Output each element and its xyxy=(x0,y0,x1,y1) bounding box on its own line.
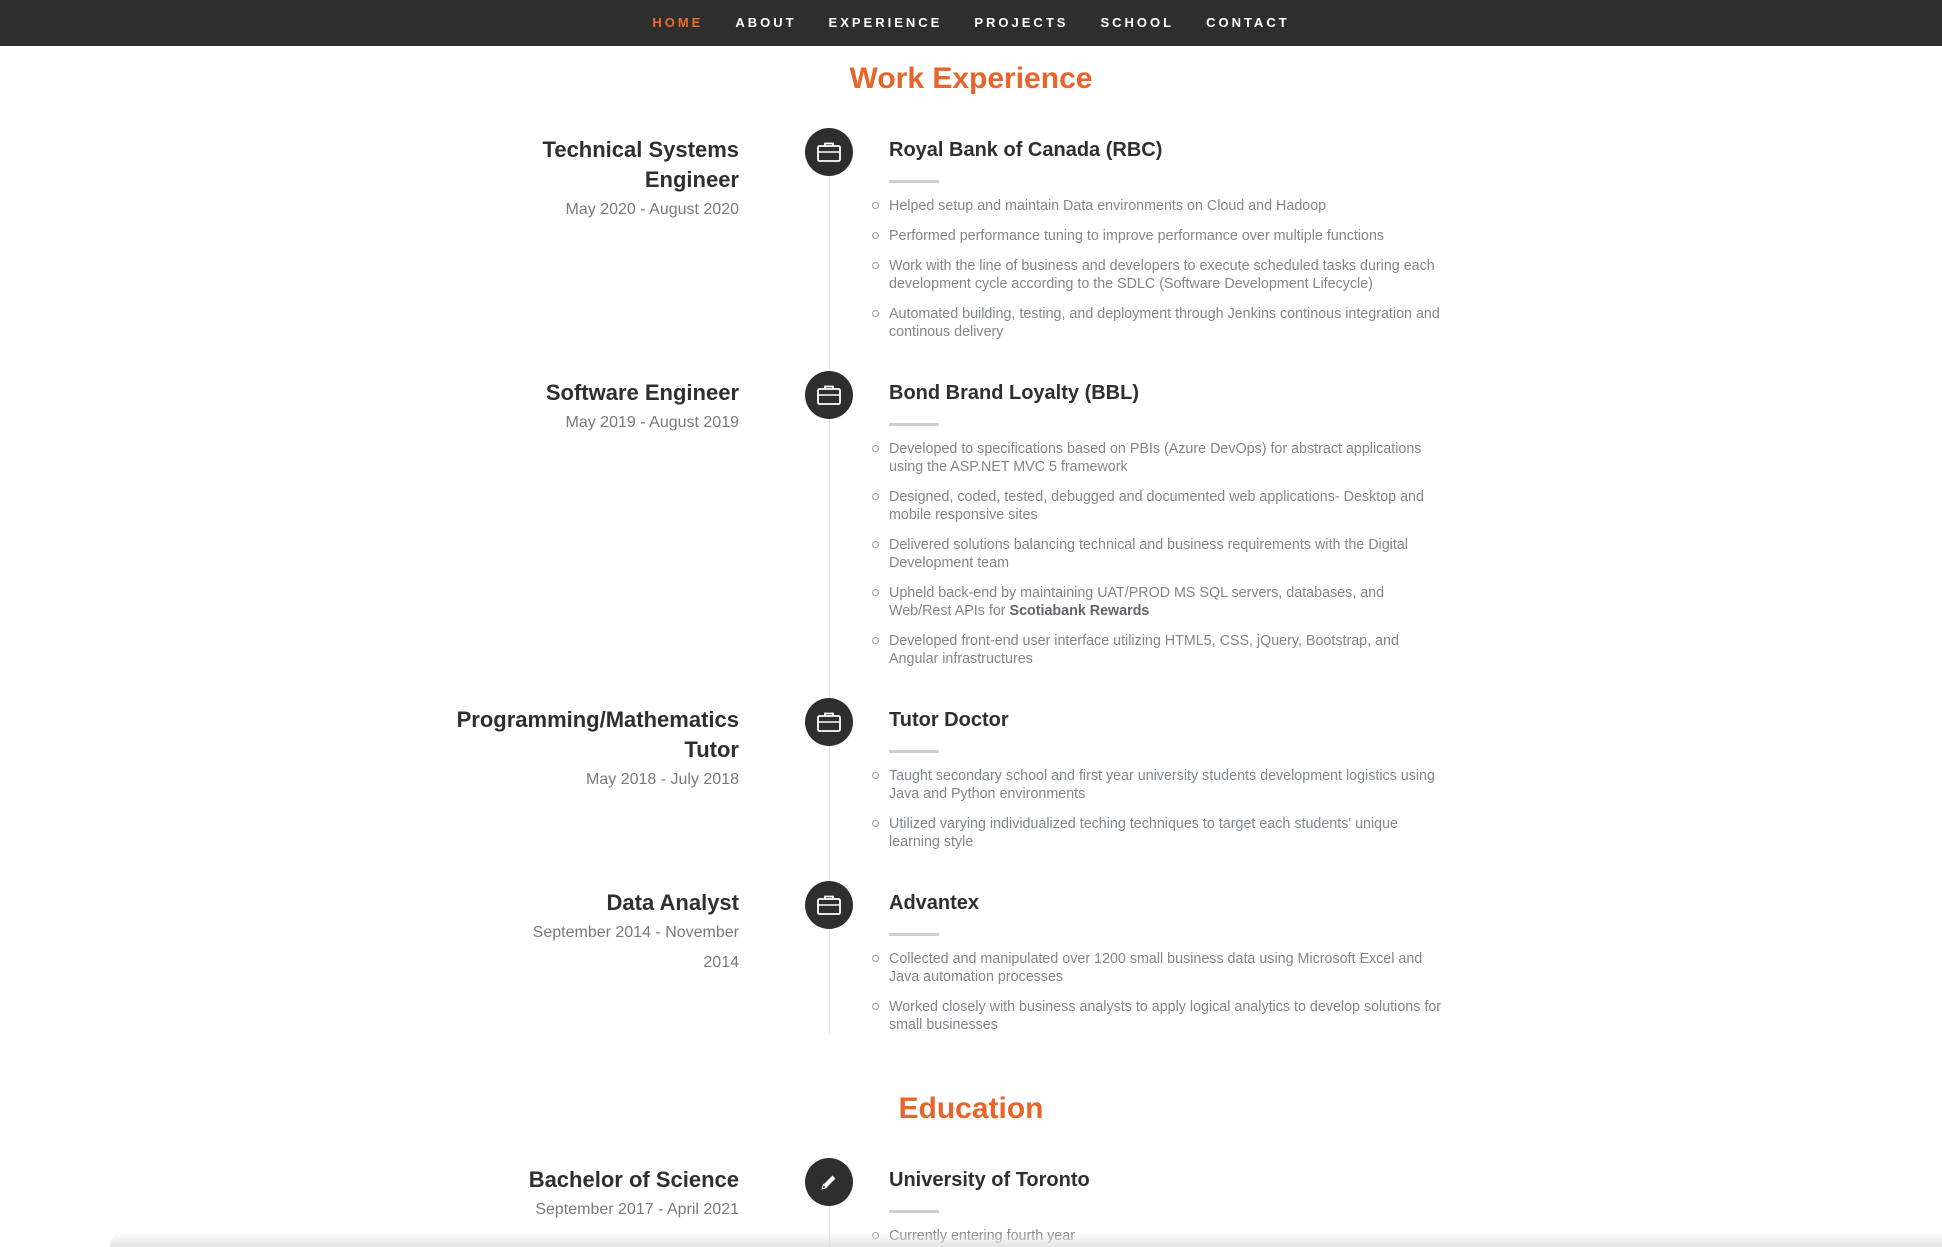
divider xyxy=(889,1210,939,1213)
company-name: Tutor Doctor xyxy=(889,709,1009,731)
scotiabank-rewards-label: Scotiabank Rewards xyxy=(1009,603,1150,619)
list-item: Work with the line of business and devel… xyxy=(872,257,1449,293)
list-item: Upheld back-end by maintaining UAT/PROD … xyxy=(872,584,1449,620)
list-item: Delivered solutions balancing technical … xyxy=(872,536,1449,572)
school-name: University of Toronto xyxy=(889,1169,1090,1191)
list-item: Automated building, testing, and deploym… xyxy=(872,305,1449,341)
duties-list: Collected and manipulated over 1200 smal… xyxy=(872,950,1449,1034)
list-item: Worked closely with business analysts to… xyxy=(872,998,1449,1034)
work-entry-meta: Data Analyst September 2014 - November 2… xyxy=(533,888,739,978)
nav-about-link[interactable]: ABOUT xyxy=(735,15,796,30)
nav-menu: HOME ABOUT EXPERIENCE PROJECTS SCHOOL CO… xyxy=(636,14,1305,32)
pencil-icon xyxy=(805,1158,853,1206)
duties-list: Developed to specifications based on PBI… xyxy=(872,440,1449,668)
top-nav: HOME ABOUT EXPERIENCE PROJECTS SCHOOL CO… xyxy=(0,0,1942,46)
work-entry-meta: Software Engineer May 2019 - August 2019 xyxy=(546,378,739,438)
divider xyxy=(889,933,939,936)
company-name: Advantex xyxy=(889,892,980,914)
bottom-overlay xyxy=(110,1232,1942,1247)
role-title: Software Engineer xyxy=(545,380,739,405)
list-item: Helped setup and maintain Data environme… xyxy=(872,197,1449,215)
company-name: Bond Brand Loyalty (BBL) xyxy=(889,382,1139,404)
list-item: Utilized varying individualized teching … xyxy=(872,815,1449,851)
briefcase-icon xyxy=(805,698,853,746)
briefcase-icon xyxy=(805,371,853,419)
role-title: Programming/Mathematics xyxy=(456,707,739,732)
list-item: Collected and manipulated over 1200 smal… xyxy=(872,950,1449,986)
nav-experience-link[interactable]: EXPERIENCE xyxy=(829,15,943,30)
nav-home-link[interactable]: HOME xyxy=(652,15,703,30)
list-item: Developed front-end user interface utili… xyxy=(872,632,1449,668)
role-dates: May 2018 - July 2018 xyxy=(586,771,739,788)
work-entry-details: Bond Brand Loyalty (BBL) Developed to sp… xyxy=(872,378,1449,680)
divider xyxy=(889,180,939,183)
list-item: Developed to specifications based on PBI… xyxy=(872,440,1449,476)
company-name: Royal Bank of Canada (RBC) xyxy=(889,139,1163,161)
role-dates: May 2019 - August 2019 xyxy=(565,414,739,431)
briefcase-icon xyxy=(805,128,853,176)
work-entry-details: Tutor Doctor Taught secondary school and… xyxy=(872,705,1449,863)
role-title-line2: Engineer xyxy=(644,167,739,192)
list-item: Designed, coded, tested, debugged and do… xyxy=(872,488,1449,524)
education-entry-meta: Bachelor of Science September 2017 - Apr… xyxy=(529,1165,739,1225)
role-title-line2: Tutor xyxy=(684,737,739,762)
divider xyxy=(889,423,939,426)
duties-list: Helped setup and maintain Data environme… xyxy=(872,197,1449,341)
briefcase-icon xyxy=(805,881,853,929)
degree-dates: September 2017 - April 2021 xyxy=(535,1201,739,1218)
divider xyxy=(889,750,939,753)
role-title: Data Analyst xyxy=(606,890,739,915)
work-entry-meta: Technical Systems Engineer May 2020 - Au… xyxy=(543,135,739,225)
list-item: Performed performance tuning to improve … xyxy=(872,227,1449,245)
role-title: Technical Systems xyxy=(542,137,739,162)
work-experience-heading: Work Experience xyxy=(849,62,1093,95)
list-item: Taught secondary school and first year u… xyxy=(872,767,1449,803)
degree-title: Bachelor of Science xyxy=(528,1167,739,1192)
role-dates-line2: 2014 xyxy=(703,954,739,971)
role-dates: May 2020 - August 2020 xyxy=(565,201,739,218)
work-entry-meta: Programming/Mathematics Tutor May 2018 -… xyxy=(457,705,739,795)
education-heading: Education xyxy=(898,1092,1044,1125)
work-entry-details: Advantex Collected and manipulated over … xyxy=(872,888,1449,1046)
nav-projects-link[interactable]: PROJECTS xyxy=(974,15,1068,30)
nav-school-link[interactable]: SCHOOL xyxy=(1100,15,1174,30)
role-dates: September 2014 - November xyxy=(532,924,739,941)
nav-contact-link[interactable]: CONTACT xyxy=(1206,15,1290,30)
duties-list: Taught secondary school and first year u… xyxy=(872,767,1449,851)
work-entry-details: Royal Bank of Canada (RBC) Helped setup … xyxy=(872,135,1449,353)
